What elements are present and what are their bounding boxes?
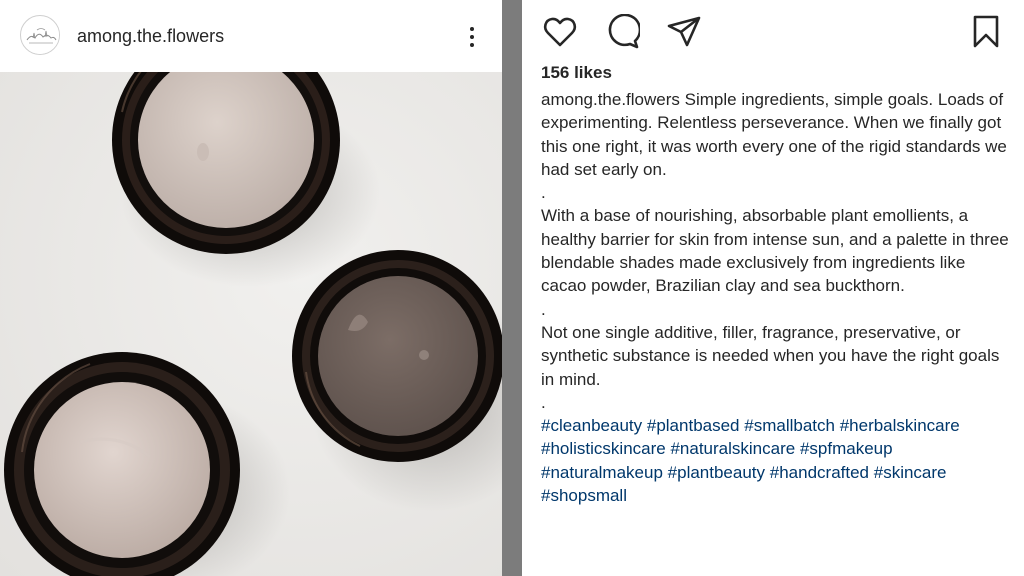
hashtag-link[interactable]: #plantbeauty	[668, 463, 765, 482]
hashtag-link[interactable]: #herbalskincare	[840, 416, 960, 435]
caption-separator: .	[541, 299, 546, 319]
hashtag-link[interactable]: #smallbatch	[744, 416, 835, 435]
hashtag-link[interactable]: #naturalmakeup	[541, 463, 663, 482]
likes-count[interactable]: 156 likes	[541, 63, 612, 83]
post-details-panel: 156 likes among.the.flowers Simple ingre…	[522, 0, 1024, 576]
post-header: among.the.flowers	[0, 0, 502, 72]
panel-divider	[502, 0, 522, 576]
hashtag-link[interactable]: #handcrafted	[770, 463, 869, 482]
caption-separator: .	[541, 392, 546, 412]
more-options-icon[interactable]	[458, 22, 486, 52]
caption-paragraph: With a base of nourishing, absorbable pl…	[541, 206, 1009, 296]
comment-icon[interactable]	[604, 14, 640, 50]
hashtag-link[interactable]: #spfmakeup	[800, 439, 893, 458]
post-username[interactable]: among.the.flowers	[77, 26, 224, 46]
caption-separator: .	[541, 183, 546, 203]
post-media-panel: among.the.flowers	[0, 0, 502, 576]
caption-username[interactable]: among.the.flowers	[541, 90, 680, 109]
post-caption: among.the.flowers Simple ingredients, si…	[541, 88, 1009, 507]
heart-icon[interactable]	[542, 14, 578, 50]
share-icon[interactable]	[666, 14, 702, 50]
post-photo	[0, 72, 502, 576]
avatar-illustration	[22, 17, 59, 54]
hashtag-list: #cleanbeauty #plantbased #smallbatch #he…	[541, 414, 1009, 507]
hashtag-link[interactable]: #plantbased	[647, 416, 740, 435]
avatar[interactable]	[20, 15, 60, 55]
caption-paragraph: Not one single additive, filler, fragran…	[541, 322, 1000, 389]
balm-jar-dark	[292, 250, 502, 462]
bookmark-icon[interactable]	[968, 14, 1004, 50]
hashtag-link[interactable]: #naturalskincare	[670, 439, 795, 458]
hashtag-link[interactable]: #cleanbeauty	[541, 416, 642, 435]
hashtag-link[interactable]: #shopsmall	[541, 486, 627, 505]
hashtag-link[interactable]: #skincare	[874, 463, 947, 482]
hashtag-link[interactable]: #holisticskincare	[541, 439, 666, 458]
